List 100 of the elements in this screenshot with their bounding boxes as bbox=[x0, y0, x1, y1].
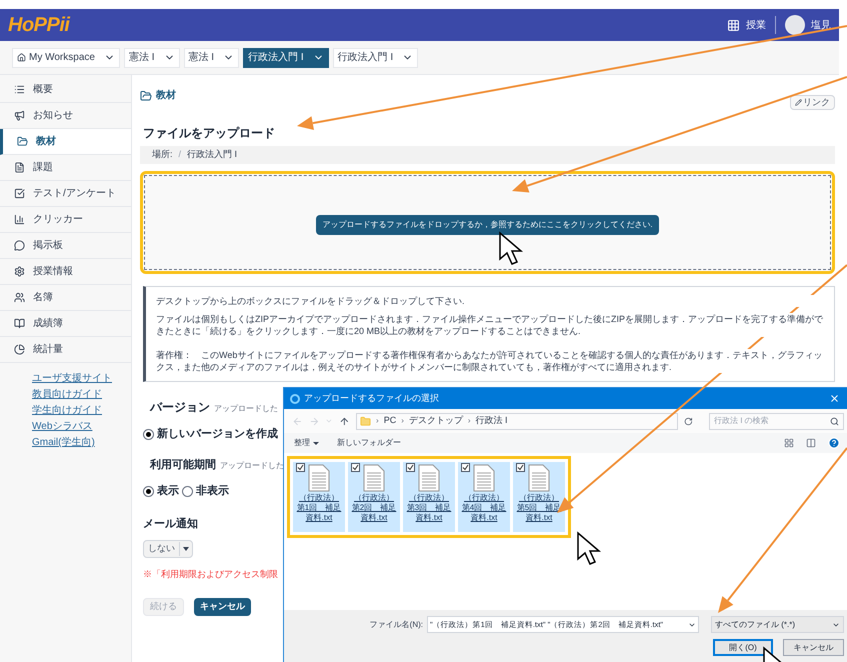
radio-button[interactable] bbox=[143, 486, 154, 497]
site-tab[interactable]: My Workspace bbox=[12, 48, 120, 68]
folder-icon bbox=[140, 90, 152, 102]
view-icon[interactable] bbox=[784, 438, 794, 448]
people-icon bbox=[14, 292, 25, 303]
info-text: ファイルは個別もしくはZIPアーカイブでアップロードされます．ファイル操作メニューでアップロードした後にZIPを展開します．アップロードを完了する準備ができたときに「続ける」をクリックします．一度に20 MB以上の教材をアップロードすることはできません. bbox=[156, 313, 824, 337]
caret-icon bbox=[183, 547, 189, 551]
sidebar-item[interactable]: 名簿 bbox=[0, 285, 131, 311]
path-segment[interactable]: 行政法 I bbox=[476, 414, 508, 428]
document-icon bbox=[308, 464, 330, 492]
sidebar-item[interactable]: テスト/アンケート bbox=[0, 181, 131, 207]
help-link[interactable]: 教員向けガイド bbox=[32, 387, 131, 402]
page-heading: ファイルをアップロード bbox=[143, 125, 276, 142]
help-link[interactable]: ユーザ支援サイト bbox=[32, 371, 131, 386]
user-name[interactable]: 塩見 bbox=[811, 18, 831, 32]
path-separator: › bbox=[401, 415, 404, 427]
logo[interactable]: HoPPii bbox=[8, 10, 70, 40]
file-item[interactable]: （行政法）第2回 補足資料.txt bbox=[348, 462, 400, 532]
open-button[interactable]: 開く(O) bbox=[713, 639, 773, 656]
sidebar-item[interactable]: 授業情報 bbox=[0, 259, 131, 285]
checkbox[interactable] bbox=[406, 463, 415, 472]
drop-zone[interactable]: アップロードするファイルをドロップするか，参照するためにここをクリックしてください. bbox=[140, 171, 835, 274]
link-button[interactable]: リンク bbox=[790, 95, 835, 110]
help-link[interactable]: 学生向けガイド bbox=[32, 403, 131, 418]
bar-chart-icon bbox=[14, 214, 25, 225]
checkbox[interactable] bbox=[296, 463, 305, 472]
path-segment[interactable]: デスクトップ bbox=[408, 414, 463, 428]
radio-button[interactable] bbox=[182, 486, 193, 497]
file-item[interactable]: （行政法）第4回 補足資料.txt bbox=[458, 462, 510, 532]
filetype-select[interactable]: すべてのファイル (*.*) bbox=[711, 616, 844, 633]
site-tab[interactable]: 憲法 I bbox=[184, 48, 240, 68]
file-item[interactable]: （行政法）第3回 補足資料.txt bbox=[403, 462, 455, 532]
sidebar-item[interactable]: クリッカー bbox=[0, 207, 131, 233]
radio-label: 新しいバージョンを作成 bbox=[157, 426, 278, 442]
site-tab[interactable]: 憲法 I bbox=[124, 48, 180, 68]
help-link[interactable]: Webシラバス bbox=[32, 419, 131, 434]
radio-button[interactable] bbox=[143, 428, 154, 440]
toolbar-button[interactable]: 整理 bbox=[294, 437, 319, 449]
close-icon[interactable] bbox=[829, 393, 840, 404]
file-name[interactable]: （行政法）第3回 補足資料.txt bbox=[406, 493, 452, 523]
megaphone-icon bbox=[14, 110, 25, 121]
sidebar-item[interactable]: 統計量 bbox=[0, 337, 131, 363]
help-icon[interactable] bbox=[828, 437, 840, 449]
sidebar-item[interactable]: 成績簿 bbox=[0, 311, 131, 337]
sidebar-item[interactable]: 課題 bbox=[0, 155, 131, 181]
file-item[interactable]: （行政法）第1回 補足資料.txt bbox=[293, 462, 345, 532]
document-icon bbox=[14, 162, 25, 173]
up-icon[interactable] bbox=[339, 416, 350, 426]
checkbox-icon bbox=[14, 188, 25, 199]
cancel-button[interactable]: キャンセル bbox=[783, 639, 844, 656]
breadcrumb-separator: / bbox=[178, 148, 182, 162]
sidebar-item[interactable]: 概要 bbox=[0, 77, 131, 103]
help-link[interactable]: Gmail(学生向) bbox=[32, 435, 131, 450]
path-separator: › bbox=[468, 415, 471, 427]
drop-button[interactable]: アップロードするファイルをドロップするか，参照するためにここをクリックしてください. bbox=[316, 214, 659, 234]
grid-icon[interactable] bbox=[727, 18, 740, 32]
apps-label[interactable]: 授業 bbox=[746, 18, 766, 32]
document-icon bbox=[528, 464, 550, 492]
mail-label: メール通知 bbox=[143, 516, 198, 532]
pencil-icon bbox=[795, 99, 802, 106]
availability-description: アップロードした bbox=[220, 460, 284, 472]
dialog-title: アップロードするファイルの選択 bbox=[304, 392, 439, 405]
caret-icon bbox=[313, 442, 319, 444]
radio-label: 表示 bbox=[157, 484, 179, 499]
refresh-icon[interactable] bbox=[684, 416, 694, 426]
sidebar-item[interactable]: 教材 bbox=[0, 129, 131, 155]
section-title: 教材 bbox=[156, 88, 176, 103]
avatar[interactable] bbox=[785, 15, 805, 35]
pane-icon[interactable] bbox=[806, 438, 816, 448]
address-bar[interactable]: › PC › デスクトップ › 行政法 I bbox=[356, 412, 678, 430]
availability-label: 利用可能期間 bbox=[150, 458, 216, 472]
site-tab[interactable]: 行政法入門 I bbox=[243, 48, 329, 68]
checkbox[interactable] bbox=[516, 463, 525, 472]
info-text: 著作権： このWebサイトにファイルをアップロードする著作権保有者からあなたが許可されていることを確認する個人的な責任があります．テキスト，グラフィックス，また他のメディアのファイルは，例えそのサイトがサイトメンバーに制限されていても，著作権がすべてに適用されます. bbox=[156, 349, 824, 373]
breadcrumb-path[interactable]: 行政法入門 I bbox=[187, 148, 238, 162]
cursor-icon bbox=[577, 531, 602, 565]
book-icon bbox=[14, 318, 25, 329]
filename-label: ファイル名(N): bbox=[370, 618, 423, 630]
path-separator: › bbox=[376, 415, 379, 427]
cancel-button[interactable]: キャンセル bbox=[194, 598, 251, 616]
version-description: アップロードした bbox=[214, 403, 278, 415]
list-icon bbox=[14, 84, 25, 95]
file-name[interactable]: （行政法）第1回 補足資料.txt bbox=[296, 493, 342, 523]
checkbox[interactable] bbox=[461, 463, 470, 472]
mail-select[interactable]: しない bbox=[143, 540, 193, 558]
toolbar-button[interactable]: 新しいフォルダー bbox=[337, 437, 401, 449]
home-icon bbox=[17, 53, 26, 62]
folder-icon bbox=[360, 416, 372, 426]
gear-icon bbox=[14, 266, 25, 277]
version-label: バージョン bbox=[150, 399, 210, 416]
path-segment[interactable]: PC bbox=[384, 414, 396, 428]
file-name[interactable]: （行政法）第4回 補足資料.txt bbox=[461, 493, 507, 523]
document-icon bbox=[418, 464, 440, 492]
site-tab[interactable]: 行政法入門 I bbox=[332, 48, 418, 68]
file-name[interactable]: （行政法）第2回 補足資料.txt bbox=[351, 493, 397, 523]
sidebar-item[interactable]: 掲示板 bbox=[0, 233, 131, 259]
chat-icon bbox=[14, 240, 25, 251]
cursor-icon bbox=[499, 231, 524, 265]
pie-chart-icon bbox=[14, 344, 25, 355]
checkbox[interactable] bbox=[351, 463, 360, 472]
